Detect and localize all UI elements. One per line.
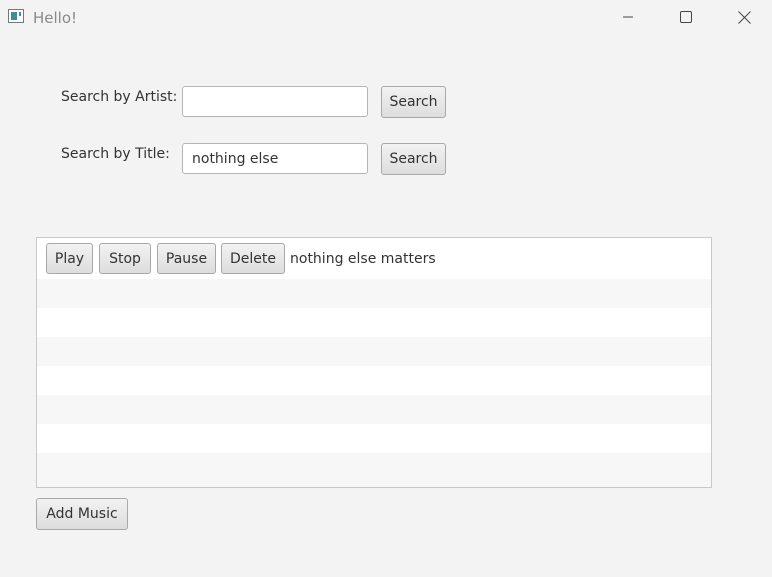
title-bar: Hello! <box>0 0 772 36</box>
add-music-button[interactable]: Add Music <box>36 498 128 530</box>
list-item[interactable]: Play Stop Pause Delete nothing else matt… <box>37 238 711 279</box>
list-row-empty[interactable] <box>37 308 711 337</box>
maximize-icon <box>680 11 692 23</box>
window-title: Hello! <box>33 9 78 27</box>
list-row-empty[interactable] <box>37 424 711 453</box>
play-button[interactable]: Play <box>46 243 93 274</box>
artist-search-label: Search by Artist: <box>61 89 178 105</box>
close-icon <box>737 10 751 24</box>
list-row-empty[interactable] <box>37 395 711 424</box>
list-row-empty[interactable] <box>37 366 711 395</box>
title-search-input[interactable] <box>182 143 368 174</box>
close-button[interactable] <box>721 0 767 34</box>
list-row-empty[interactable] <box>37 453 711 487</box>
minimize-icon <box>623 16 633 18</box>
title-search-label: Search by Title: <box>61 146 170 162</box>
title-search-button[interactable]: Search <box>381 143 446 175</box>
list-row-empty[interactable] <box>37 337 711 366</box>
delete-button[interactable]: Delete <box>221 243 285 274</box>
artist-search-input[interactable] <box>182 86 368 117</box>
list-row-empty[interactable] <box>37 279 711 308</box>
stop-button[interactable]: Stop <box>99 243 151 274</box>
music-list[interactable]: Play Stop Pause Delete nothing else matt… <box>36 237 712 488</box>
minimize-button[interactable] <box>605 0 651 34</box>
maximize-button[interactable] <box>663 0 709 34</box>
pause-button[interactable]: Pause <box>157 243 216 274</box>
artist-search-button[interactable]: Search <box>381 86 446 118</box>
app-window-icon <box>8 9 24 23</box>
song-title: nothing else matters <box>290 251 436 267</box>
